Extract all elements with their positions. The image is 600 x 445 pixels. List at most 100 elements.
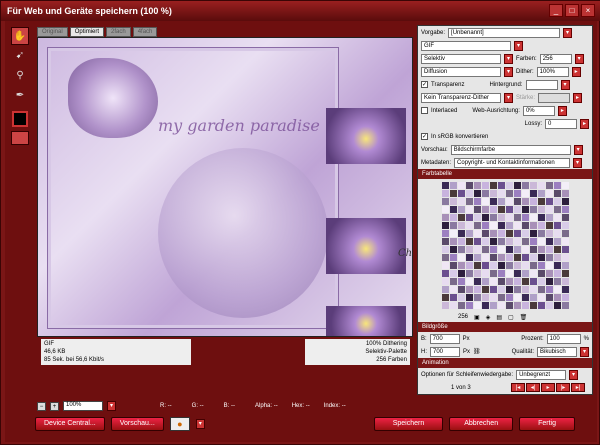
- palette-swatch[interactable]: [553, 294, 561, 301]
- transparency-dither-dropdown-icon[interactable]: ▾: [504, 92, 513, 103]
- slice-select-icon[interactable]: ➹: [11, 47, 29, 65]
- palette-swatch[interactable]: [497, 278, 505, 285]
- palette-swatch[interactable]: [489, 198, 497, 205]
- palette-swatch[interactable]: [441, 254, 449, 261]
- palette-swatch[interactable]: [545, 190, 553, 197]
- palette-swatch[interactable]: [545, 246, 553, 253]
- palette-swatch[interactable]: [465, 198, 473, 205]
- palette-swatch[interactable]: [473, 286, 481, 293]
- matte-dropdown-icon[interactable]: ▾: [560, 79, 570, 90]
- palette-swatch[interactable]: [545, 182, 553, 189]
- palette-swatch[interactable]: [481, 214, 489, 221]
- palette-swatch[interactable]: [537, 294, 545, 301]
- palette-swatch[interactable]: [489, 206, 497, 213]
- palette-swatch[interactable]: [537, 206, 545, 213]
- palette-swatch[interactable]: [529, 294, 537, 301]
- palette-swatch[interactable]: [465, 238, 473, 245]
- palette-swatch[interactable]: [505, 182, 513, 189]
- palette-swatch[interactable]: [513, 214, 521, 221]
- web-shift-icon[interactable]: ◈: [486, 314, 491, 321]
- palette-swatch[interactable]: [521, 294, 529, 301]
- palette-swatch[interactable]: [473, 190, 481, 197]
- zoom-out-button[interactable]: −: [37, 401, 46, 411]
- loop-select[interactable]: Unbegrenzt: [516, 369, 567, 380]
- palette-swatch[interactable]: [441, 246, 449, 253]
- palette-swatch[interactable]: [561, 262, 569, 269]
- palette-swatch[interactable]: [489, 254, 497, 261]
- palette-swatch[interactable]: [513, 270, 521, 277]
- palette-swatch[interactable]: [457, 206, 465, 213]
- palette-swatch[interactable]: [441, 294, 449, 301]
- next-frame-icon[interactable]: |▸: [556, 383, 570, 392]
- metadata-dropdown-icon[interactable]: ▾: [573, 157, 583, 168]
- palette-swatch[interactable]: [473, 198, 481, 205]
- palette-swatch[interactable]: [505, 214, 513, 221]
- close-icon[interactable]: ×: [581, 4, 595, 17]
- zoom-icon[interactable]: ⚲: [11, 67, 29, 85]
- link-icon[interactable]: ⛓: [473, 348, 481, 355]
- palette-swatch[interactable]: [561, 190, 569, 197]
- palette-swatch[interactable]: [513, 278, 521, 285]
- palette-swatch[interactable]: [537, 230, 545, 237]
- palette-swatch[interactable]: [561, 270, 569, 277]
- palette-swatch[interactable]: [473, 238, 481, 245]
- palette-swatch[interactable]: [465, 190, 473, 197]
- matte-color[interactable]: [525, 79, 558, 90]
- tab-original[interactable]: Original: [37, 27, 68, 37]
- palette-swatch[interactable]: [561, 222, 569, 229]
- save-button[interactable]: Speichern: [373, 417, 444, 431]
- palette-swatch[interactable]: [481, 198, 489, 205]
- palette-swatch[interactable]: [457, 190, 465, 197]
- palette-swatch[interactable]: [497, 286, 505, 293]
- palette-swatch[interactable]: [561, 182, 569, 189]
- palette-swatch[interactable]: [489, 246, 497, 253]
- palette-swatch[interactable]: [513, 294, 521, 301]
- transparency-dither-select[interactable]: Kein Transparenz-Dither: [421, 92, 501, 103]
- hand-tool-icon[interactable]: ✋: [11, 27, 29, 45]
- interlaced-checkbox[interactable]: [421, 107, 428, 114]
- palette-swatch[interactable]: [537, 198, 545, 205]
- palette-swatch[interactable]: [449, 238, 457, 245]
- palette-swatch[interactable]: [553, 286, 561, 293]
- palette-swatch[interactable]: [513, 206, 521, 213]
- zoom-level[interactable]: 100%: [63, 401, 103, 411]
- delete-color-icon[interactable]: 🗑: [520, 314, 528, 321]
- palette-swatch[interactable]: [513, 302, 521, 309]
- palette-swatch[interactable]: [497, 198, 505, 205]
- palette-swatch[interactable]: [553, 198, 561, 205]
- palette-swatch[interactable]: [465, 230, 473, 237]
- palette-swatch[interactable]: [497, 238, 505, 245]
- palette-swatch[interactable]: [441, 190, 449, 197]
- palette-swatch[interactable]: [481, 182, 489, 189]
- play-icon[interactable]: ▸: [541, 383, 555, 392]
- palette-swatch[interactable]: [473, 262, 481, 269]
- palette-swatch[interactable]: [497, 302, 505, 309]
- dither-algo-dropdown-icon[interactable]: ▾: [504, 66, 513, 77]
- quality-select[interactable]: Bikubisch: [537, 346, 577, 357]
- palette-swatch[interactable]: [457, 262, 465, 269]
- palette-swatch[interactable]: [561, 294, 569, 301]
- palette-swatch[interactable]: [521, 302, 529, 309]
- palette-swatch[interactable]: [529, 198, 537, 205]
- palette-swatch[interactable]: [505, 254, 513, 261]
- palette-swatch[interactable]: [537, 254, 545, 261]
- palette-swatch[interactable]: [537, 278, 545, 285]
- palette-swatch[interactable]: [529, 302, 537, 309]
- palette-swatch[interactable]: [537, 182, 545, 189]
- palette-swatch[interactable]: [449, 278, 457, 285]
- palette-swatch[interactable]: [473, 214, 481, 221]
- palette-swatch[interactable]: [497, 182, 505, 189]
- done-button[interactable]: Fertig: [519, 417, 575, 431]
- palette-swatch[interactable]: [521, 222, 529, 229]
- websnap-dropdown-icon[interactable]: ▸: [557, 105, 567, 116]
- palette-swatch[interactable]: [521, 230, 529, 237]
- palette-swatch[interactable]: [489, 302, 497, 309]
- palette-swatch[interactable]: [489, 262, 497, 269]
- prev-frame-icon[interactable]: ◂|: [526, 383, 540, 392]
- last-frame-icon[interactable]: ▸|: [571, 383, 585, 392]
- palette-swatch[interactable]: [457, 294, 465, 301]
- palette-swatch[interactable]: [457, 238, 465, 245]
- palette-swatch[interactable]: [529, 246, 537, 253]
- image-preview[interactable]: my garden paradise Christa: [37, 37, 413, 337]
- palette-swatch[interactable]: [513, 254, 521, 261]
